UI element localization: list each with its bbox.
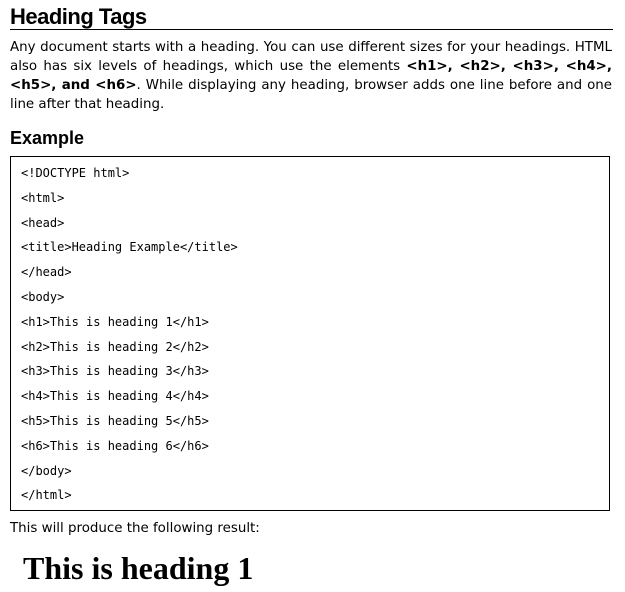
section-title: Heading Tags <box>10 0 613 30</box>
document-page: Heading Tags Any document starts with a … <box>10 0 613 586</box>
code-line: </html> <box>21 488 72 503</box>
code-line: <h4>This is heading 4</h4> <box>21 389 209 404</box>
code-line: <!DOCTYPE html> <box>21 166 130 180</box>
code-line: </body> <box>21 463 72 478</box>
code-line: <head> <box>21 215 65 230</box>
code-line: <h1>This is heading 1</h1> <box>21 314 209 329</box>
code-example-box: <!DOCTYPE html> <html> <head> <title>Hea… <box>10 156 610 511</box>
result-intro-text: This will produce the following result: <box>10 521 260 536</box>
intro-paragraph: Any document starts with a heading. You … <box>10 38 612 114</box>
code-line: <body> <box>21 289 65 304</box>
result-heading-1: This is heading 1 <box>23 550 254 586</box>
code-line: <h6>This is heading 6</h6> <box>21 438 209 453</box>
code-line: <title>Heading Example</title> <box>21 240 238 255</box>
code-line: <h3>This is heading 3</h3> <box>21 364 209 379</box>
code-line: <h5>This is heading 5</h5> <box>21 413 209 428</box>
example-title: Example <box>10 128 85 148</box>
code-line: </head> <box>21 265 72 280</box>
code-line: <html> <box>21 190 65 205</box>
code-line: <h2>This is heading 2</h2> <box>21 339 209 354</box>
